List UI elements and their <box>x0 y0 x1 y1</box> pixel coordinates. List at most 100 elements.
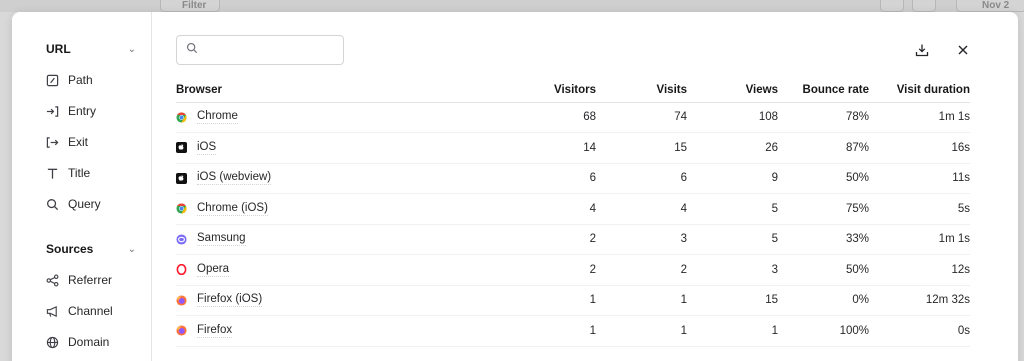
visits-cell: 15 <box>596 132 687 164</box>
megaphone-icon <box>46 305 59 318</box>
sidebar: URL ⌄ Path Entry Exit Title Query Source… <box>12 12 152 361</box>
table-row[interactable]: Chrome (iOS) 4 4 5 75% 5s <box>176 193 970 225</box>
path-icon <box>46 74 59 87</box>
visitors-cell: 1 <box>456 315 596 347</box>
bounce-rate-cell: 87% <box>778 132 869 164</box>
close-icon <box>958 45 968 55</box>
browser-name-link[interactable]: Samsung <box>197 232 246 247</box>
visit-duration-cell: 12s <box>869 254 970 286</box>
sidebar-item-label: Query <box>68 197 101 211</box>
sidebar-item-channel[interactable]: Channel <box>46 301 146 321</box>
visitors-cell: 1 <box>456 285 596 316</box>
views-cell: 1 <box>687 315 778 347</box>
visit-duration-cell: 1m 1s <box>869 102 970 133</box>
browser-name-link[interactable]: Firefox (iOS) <box>197 293 263 308</box>
browser-cell: Samsung <box>176 224 456 255</box>
visit-duration-cell: 5s <box>869 193 970 225</box>
visit-duration-cell: 0s <box>869 315 970 347</box>
search-box[interactable] <box>176 35 359 65</box>
column-header-visitors[interactable]: Visitors <box>456 78 596 103</box>
visitors-cell: 4 <box>456 193 596 225</box>
chrome-icon <box>176 203 187 214</box>
firefox-icon <box>176 325 187 336</box>
apple-icon <box>176 172 187 184</box>
sidebar-item-path[interactable]: Path <box>46 70 146 90</box>
bounce-rate-cell: 0% <box>778 285 869 316</box>
title-icon <box>46 167 59 180</box>
sidebar-item-label: Domain <box>68 335 110 349</box>
bounce-rate-cell: 50% <box>778 254 869 286</box>
visitors-cell: 2 <box>456 224 596 255</box>
sidebar-item-label: Entry <box>68 104 97 118</box>
browser-table: Browser Visitors Visits Views Bounce rat… <box>176 78 970 347</box>
visitors-cell: 6 <box>456 163 596 194</box>
search-icon <box>46 198 59 211</box>
table-row[interactable]: Samsung 2 3 5 33% 1m 1s <box>176 224 970 255</box>
table-row[interactable]: Chrome 68 74 108 78% 1m 1s <box>176 102 970 133</box>
globe-icon <box>46 336 59 349</box>
views-cell: 5 <box>687 224 778 255</box>
table-row[interactable]: Firefox 1 1 1 100% 0s <box>176 315 970 347</box>
table-row[interactable]: Firefox (iOS) 1 1 15 0% 12m 32s <box>176 285 970 316</box>
sidebar-item-label: Channel <box>68 304 113 318</box>
sidebar-item-domain[interactable]: Domain <box>46 332 146 352</box>
browser-name-link[interactable]: iOS (webview) <box>197 171 272 186</box>
sidebar-section-sources[interactable]: Sources ⌄ <box>46 239 136 259</box>
sidebar-item-referrer[interactable]: Referrer <box>46 270 146 290</box>
table-row[interactable]: Opera 2 2 3 50% 12s <box>176 254 970 286</box>
download-button[interactable] <box>914 42 930 58</box>
sidebar-item-exit[interactable]: Exit <box>46 132 146 152</box>
visit-duration-cell: 12m 32s <box>869 285 970 316</box>
entry-icon <box>46 105 59 118</box>
browser-cell: Chrome (iOS) <box>176 193 456 225</box>
column-header-visit-duration[interactable]: Visit duration <box>869 78 970 103</box>
browser-cell: Firefox <box>176 315 456 347</box>
background-app-bar: Filter Nov 2 <box>0 0 1024 12</box>
bounce-rate-cell: 100% <box>778 315 869 347</box>
browser-cell: iOS <box>176 132 456 164</box>
views-cell: 3 <box>687 254 778 286</box>
column-header-views[interactable]: Views <box>687 78 778 103</box>
browser-name-link[interactable]: Opera <box>197 263 229 277</box>
chevron-down-icon: ⌄ <box>127 43 136 55</box>
sidebar-section-title: URL <box>46 42 71 56</box>
visits-cell: 74 <box>596 102 687 133</box>
browser-cell: iOS (webview) <box>176 163 456 194</box>
column-header-bounce-rate[interactable]: Bounce rate <box>778 78 869 103</box>
bounce-rate-cell: 75% <box>778 193 869 225</box>
sidebar-item-label: Path <box>68 73 93 87</box>
column-header-browser[interactable]: Browser <box>176 78 456 103</box>
download-icon <box>915 44 929 57</box>
chrome-icon <box>176 112 187 123</box>
share-icon <box>46 274 59 287</box>
search-input[interactable] <box>204 36 359 64</box>
visit-duration-cell: 16s <box>869 132 970 164</box>
apple-icon <box>176 142 187 154</box>
visits-cell: 3 <box>596 224 687 255</box>
opera-icon <box>176 264 187 276</box>
firefox-icon <box>176 295 187 306</box>
browser-name-link[interactable]: Firefox <box>197 324 233 338</box>
visitors-cell: 14 <box>456 132 596 164</box>
sidebar-section-url[interactable]: URL ⌄ <box>46 39 136 59</box>
sidebar-item-entry[interactable]: Entry <box>46 101 146 121</box>
visits-cell: 1 <box>596 285 687 316</box>
exit-icon <box>46 136 59 149</box>
chevron-down-icon: ⌄ <box>127 243 136 255</box>
sidebar-item-label: Title <box>68 166 91 180</box>
views-cell: 9 <box>687 163 778 194</box>
browser-name-link[interactable]: Chrome (iOS) <box>197 202 268 216</box>
browser-name-link[interactable]: iOS <box>197 141 217 155</box>
browser-name-link[interactable]: Chrome <box>197 110 238 125</box>
column-header-visits[interactable]: Visits <box>596 78 687 103</box>
close-button[interactable] <box>955 42 971 58</box>
background-date-label: Nov 2 <box>982 0 1010 11</box>
sidebar-item-query[interactable]: Query <box>46 194 146 214</box>
table-row[interactable]: iOS 14 15 26 87% 16s <box>176 132 970 164</box>
visitors-cell: 68 <box>456 102 596 133</box>
sidebar-section-title: Sources <box>46 242 94 256</box>
views-cell: 108 <box>687 102 778 133</box>
table-row[interactable]: iOS (webview) 6 6 9 50% 11s <box>176 163 970 194</box>
sidebar-item-title[interactable]: Title <box>46 163 146 183</box>
visit-duration-cell: 11s <box>869 163 970 194</box>
